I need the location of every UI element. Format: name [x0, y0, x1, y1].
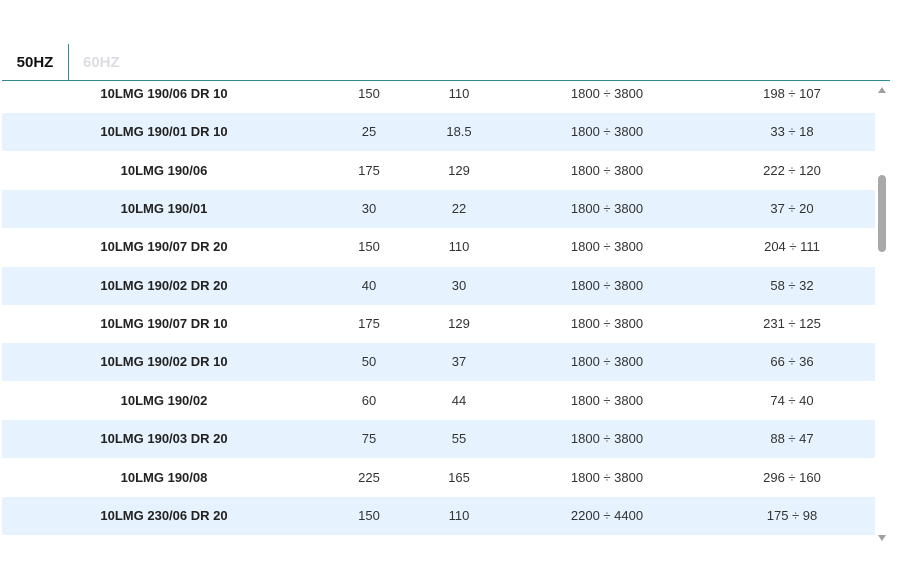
cell-col-5: 33 ÷ 18 [770, 124, 814, 140]
cell-col-3: 129 [448, 316, 470, 332]
cell-col-3: 110 [448, 507, 470, 523]
cell-col-2: 75 [361, 431, 377, 447]
cell-col-3: 44 [451, 392, 467, 408]
cell-col-4: 1800 ÷ 3800 [570, 277, 644, 293]
cell-model: 10LMG 190/06 [120, 162, 208, 178]
cell-col-4: 1800 ÷ 3800 [570, 162, 644, 178]
table-scrollbar[interactable] [876, 84, 888, 546]
cell-model: 10LMG 190/08 [120, 469, 208, 485]
cell-col-5: 74 ÷ 40 [770, 392, 814, 408]
cell-col-2: 150 [358, 239, 380, 255]
table-row: 10LMG 190/02 DR 20 40 30 1800 ÷ 3800 58 ÷ 32 [2, 266, 875, 305]
table-row: 10LMG 190/07 DR 10 175 129 1800 ÷ 3800 231 ÷… [2, 305, 875, 343]
cell-col-4: 1800 ÷ 3800 [570, 392, 644, 408]
pump-data-table: 10LMG 190/06 DR 10 150 110 1800 ÷ 3800 198 ÷… [2, 81, 875, 537]
cell-model: 10LMG 190/07 DR 10 [100, 316, 228, 332]
cell-col-2: 40 [361, 277, 377, 293]
scroll-up-icon[interactable] [878, 87, 886, 93]
cell-col-5: 58 ÷ 32 [770, 277, 814, 293]
cell-col-2: 60 [361, 392, 377, 408]
cell-col-2: 175 [358, 316, 380, 332]
cell-col-4: 1800 ÷ 3800 [570, 316, 644, 332]
tab-60hz[interactable]: 60HZ [83, 44, 120, 80]
cell-col-2: 150 [358, 507, 380, 523]
cell-col-3: 30 [451, 277, 467, 293]
scroll-thumb[interactable] [878, 175, 886, 252]
cell-col-5: 37 ÷ 20 [770, 201, 814, 217]
cell-col-5: 296 ÷ 160 [763, 469, 821, 485]
cell-col-4: 1800 ÷ 3800 [570, 201, 644, 217]
cell-col-2: 30 [361, 201, 377, 217]
cell-model: 10LMG 190/02 DR 10 [100, 354, 228, 370]
cell-col-2: 25 [361, 124, 377, 140]
table-row: 10LMG 190/07 DR 20 150 110 1800 ÷ 3800 204 ÷… [2, 228, 875, 266]
cell-model: 10LMG 190/07 DR 20 [100, 239, 228, 255]
cell-col-5: 231 ÷ 125 [763, 316, 821, 332]
cell-col-4: 1800 ÷ 3800 [570, 124, 644, 140]
cell-col-5: 204 ÷ 111 [764, 239, 820, 255]
cell-col-3: 110 [448, 239, 470, 255]
frequency-tabs: 50HZ 60HZ [2, 44, 890, 81]
table-row: 10LMG 190/01 30 22 1800 ÷ 3800 37 ÷ 20 [2, 190, 875, 229]
cell-model: 10LMG 190/01 DR 10 [100, 124, 228, 140]
cell-col-5: 198 ÷ 107 [763, 86, 821, 101]
cell-col-3: 55 [451, 431, 467, 447]
cell-col-4: 1800 ÷ 3800 [570, 239, 644, 255]
cell-col-3: 129 [448, 162, 470, 178]
cell-col-4: 1800 ÷ 3800 [570, 354, 644, 370]
table-row: 10LMG 190/08 225 165 1800 ÷ 3800 296 ÷ 160 [2, 459, 875, 497]
cell-col-3: 37 [451, 354, 467, 370]
table-row: 10LMG 190/06 175 129 1800 ÷ 3800 222 ÷ 120 [2, 152, 875, 190]
cell-model: 10LMG 190/02 [120, 392, 208, 408]
cell-col-4: 2200 ÷ 4400 [570, 507, 644, 523]
cell-model: 10LMG 190/03 DR 20 [100, 431, 228, 447]
cell-col-2: 175 [358, 162, 380, 178]
cell-col-3: 22 [451, 201, 467, 217]
cell-col-4: 1800 ÷ 3800 [570, 86, 644, 101]
cell-model: 10LMG 190/01 [120, 201, 208, 217]
table-row: 10LMG 190/03 DR 20 75 55 1800 ÷ 3800 88 ÷ 47 [2, 420, 875, 459]
cell-col-4: 1800 ÷ 3800 [570, 431, 644, 447]
cell-col-2: 50 [361, 354, 377, 370]
table-row: 10LMG 190/01 DR 10 25 18.5 1800 ÷ 3800 33 ÷ … [2, 113, 875, 152]
table-row: 10LMG 190/06 DR 10 150 110 1800 ÷ 3800 198 ÷… [2, 81, 875, 113]
cell-col-2: 225 [358, 469, 380, 485]
cell-model: 10LMG 190/02 DR 20 [100, 277, 228, 293]
cell-col-5: 88 ÷ 47 [770, 431, 814, 447]
table-row: 10LMG 190/02 60 44 1800 ÷ 3800 74 ÷ 40 [2, 382, 875, 420]
cell-col-4: 1800 ÷ 3800 [570, 469, 644, 485]
cell-model: 10LMG 190/06 DR 10 [100, 86, 228, 101]
cell-col-5: 222 ÷ 120 [763, 162, 821, 178]
table-row: 10LMG 190/02 DR 10 50 37 1800 ÷ 3800 66 ÷ 36 [2, 343, 875, 382]
table-row: 10LMG 230/06 DR 20 150 110 2200 ÷ 4400 175 ÷… [2, 496, 875, 535]
cell-col-3: 18.5 [446, 124, 472, 140]
scroll-down-icon[interactable] [878, 535, 886, 541]
tab-50hz[interactable]: 50HZ [2, 44, 69, 80]
cell-col-3: 165 [448, 469, 470, 485]
cell-col-5: 175 ÷ 98 [766, 507, 818, 523]
cell-col-5: 66 ÷ 36 [770, 354, 814, 370]
cell-col-2: 150 [358, 86, 380, 101]
cell-col-3: 110 [448, 86, 470, 101]
cell-model: 10LMG 230/06 DR 20 [100, 507, 228, 523]
